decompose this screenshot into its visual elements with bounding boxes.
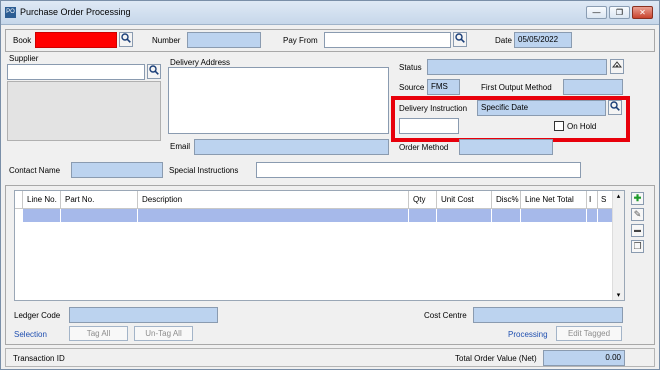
remove-line-button[interactable]: ▬ [631,224,644,237]
copy-line-button[interactable]: ❐ [631,240,644,253]
search-icon [455,33,465,43]
email-label: Email [170,142,191,151]
special-instructions-field[interactable] [256,162,581,178]
order-method-label: Order Method [399,143,449,152]
status-field [427,59,607,75]
source-label: Source [399,83,425,92]
ledger-code-field[interactable] [69,307,218,323]
total-order-value-label: Total Order Value (Net) [455,354,537,363]
search-icon [610,101,620,111]
grid-cell[interactable] [138,209,409,222]
book-search-button[interactable] [119,32,133,47]
date-field[interactable]: 05/05/2022 [514,32,572,48]
payfrom-field[interactable] [324,32,451,48]
delivery-address-label: Delivery Address [170,58,231,67]
grid-cell[interactable] [598,209,613,222]
total-order-value-field: 0.00 [543,350,625,366]
app-icon: PO [5,7,16,18]
grid-cell[interactable] [492,209,521,222]
supplier-address-box [7,81,161,141]
delivery-instruction-label: Delivery Instruction [399,104,468,113]
delivery-instruction-field[interactable]: Specific Date [477,100,606,116]
scroll-up-icon[interactable]: ▴ [613,192,624,200]
contact-name-field[interactable] [71,162,163,178]
date-label: Date [495,36,512,45]
grid-cell[interactable] [437,209,492,222]
grid-cell[interactable] [61,209,138,222]
supplier-label: Supplier [9,54,39,63]
close-button[interactable]: ✕ [632,6,653,19]
book-label: Book [13,36,32,45]
number-field[interactable] [187,32,261,48]
supplier-field[interactable] [7,64,145,80]
status-icon [611,61,623,68]
first-output-label: First Output Method [481,83,552,92]
column-header-i[interactable]: I [587,191,598,209]
column-header-qty[interactable]: Qty [409,191,437,209]
on-hold-checkbox[interactable] [554,121,564,131]
number-label: Number [152,36,181,45]
column-header-unit-cost[interactable]: Unit Cost [437,191,492,209]
on-hold-label: On Hold [567,122,597,131]
window-title: Purchase Order Processing [20,7,131,17]
book-field[interactable] [35,32,117,48]
edit-tagged-button[interactable]: Edit Tagged [556,326,622,341]
column-header-line-net-total[interactable]: Line Net Total [521,191,587,209]
delivery-address-field[interactable] [168,67,389,134]
grid-row-selector-header [15,191,23,209]
column-header-part-no[interactable]: Part No. [61,191,138,209]
status-lookup-button[interactable] [610,59,624,74]
source-field: FMS [427,79,460,95]
delivery-instruction-search-button[interactable] [608,100,622,115]
tag-all-button[interactable]: Tag All [69,326,128,341]
grid-cell[interactable] [409,209,437,222]
grid-cell[interactable] [587,209,598,222]
add-line-button[interactable]: ✚ [631,192,644,205]
title-bar: PO Purchase Order Processing — ❐ ✕ [1,1,659,25]
search-icon [121,33,131,43]
ledger-code-label: Ledger Code [14,311,61,320]
cost-centre-label: Cost Centre [424,311,467,320]
transaction-id-label: Transaction ID [13,354,65,363]
minimize-button[interactable]: — [586,6,607,19]
order-method-field[interactable] [459,139,553,155]
edit-line-button[interactable]: ✎ [631,208,644,221]
maximize-button[interactable]: ❐ [609,6,630,19]
grid-scrollbar[interactable]: ▴ ▾ [612,191,624,300]
column-header-s[interactable]: S [598,191,613,209]
scroll-down-icon[interactable]: ▾ [613,291,624,299]
cost-centre-field[interactable] [473,307,623,323]
untag-all-button[interactable]: Un-Tag All [134,326,193,341]
payfrom-search-button[interactable] [453,32,467,47]
order-lines-grid[interactable]: Line No. Part No. Description Qty Unit C… [14,190,625,301]
search-icon [149,65,159,75]
status-label: Status [399,63,422,72]
processing-link[interactable]: Processing [508,330,548,339]
delivery-date-field[interactable] [399,118,459,134]
column-header-description[interactable]: Description [138,191,409,209]
supplier-search-button[interactable] [147,64,161,79]
column-header-line-no[interactable]: Line No. [23,191,61,209]
first-output-field[interactable] [563,79,623,95]
grid-cell[interactable] [23,209,61,222]
selection-link[interactable]: Selection [14,330,47,339]
contact-name-label: Contact Name [9,166,61,175]
email-field[interactable] [194,139,389,155]
payfrom-label: Pay From [283,36,318,45]
purchase-order-window: PO Purchase Order Processing — ❐ ✕ Book … [0,0,660,370]
grid-cell[interactable] [521,209,587,222]
column-header-disc[interactable]: Disc% [492,191,521,209]
special-instructions-label: Special Instructions [169,166,239,175]
grid-row-selector [15,209,23,222]
